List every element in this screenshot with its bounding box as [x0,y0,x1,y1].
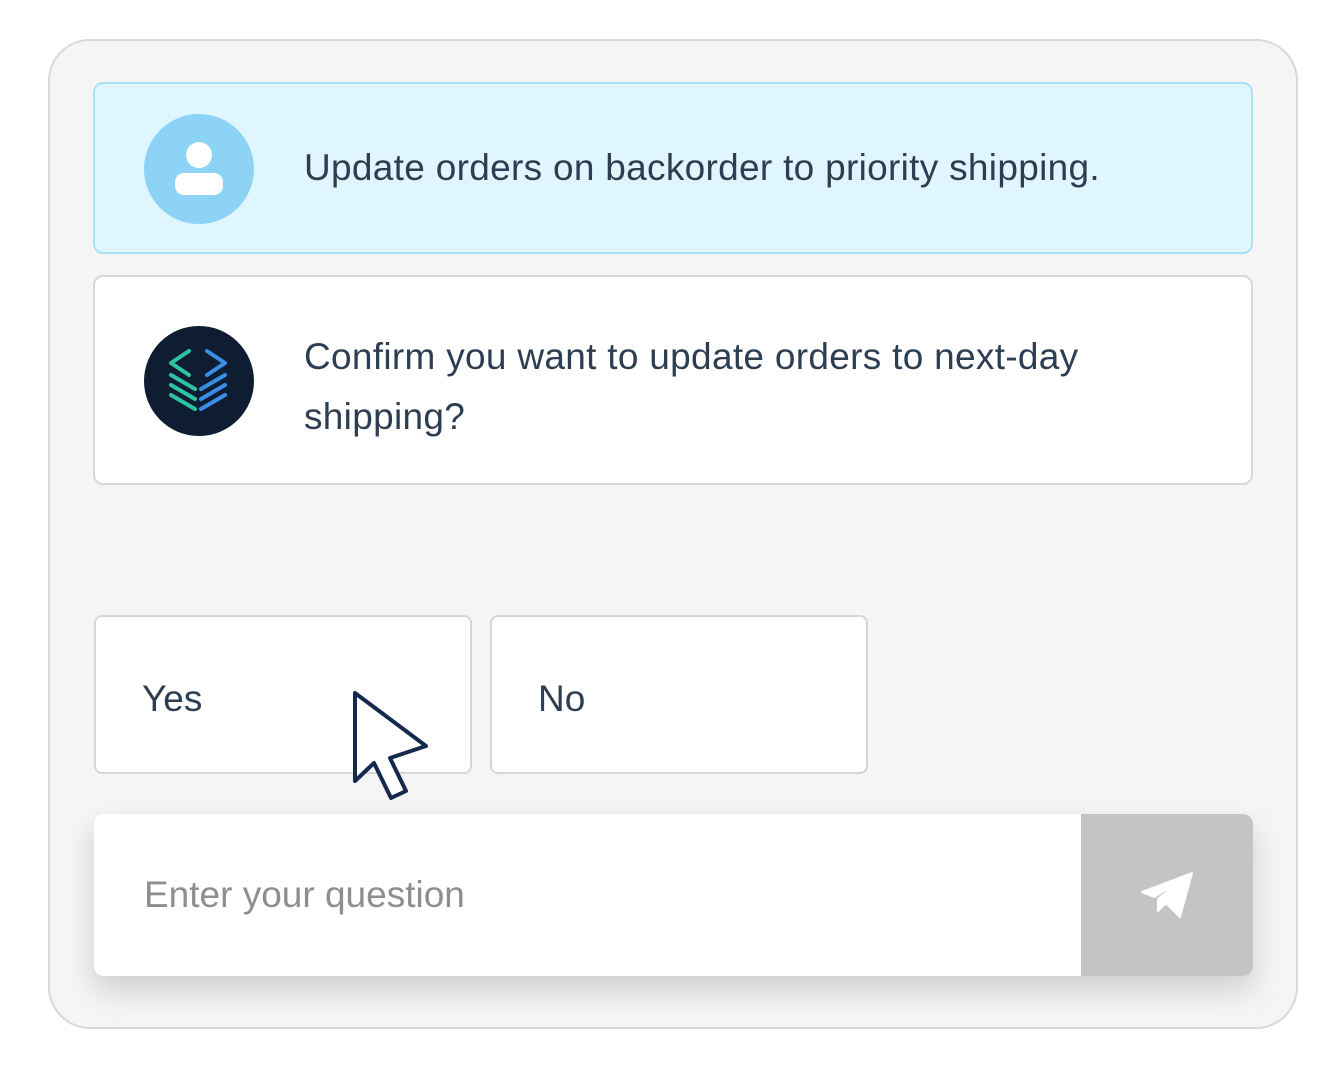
no-button[interactable]: No [490,615,868,774]
bot-message-bubble: Confirm you want to update orders to nex… [93,275,1253,485]
send-button[interactable] [1081,814,1253,976]
user-message-bubble: Update orders on backorder to priority s… [93,82,1253,254]
bot-avatar [144,326,254,436]
layers-code-logo-icon [169,349,227,411]
user-icon [175,142,223,195]
question-composer [94,814,1253,976]
bot-message-text: Confirm you want to update orders to nex… [304,336,1079,437]
paper-plane-icon [1141,872,1193,918]
yes-button[interactable]: Yes [94,615,472,774]
no-button-label: No [538,678,586,719]
user-avatar [144,114,254,224]
yes-button-label: Yes [142,678,203,719]
user-message-text: Update orders on backorder to priority s… [304,147,1100,188]
question-input[interactable] [94,814,1081,976]
